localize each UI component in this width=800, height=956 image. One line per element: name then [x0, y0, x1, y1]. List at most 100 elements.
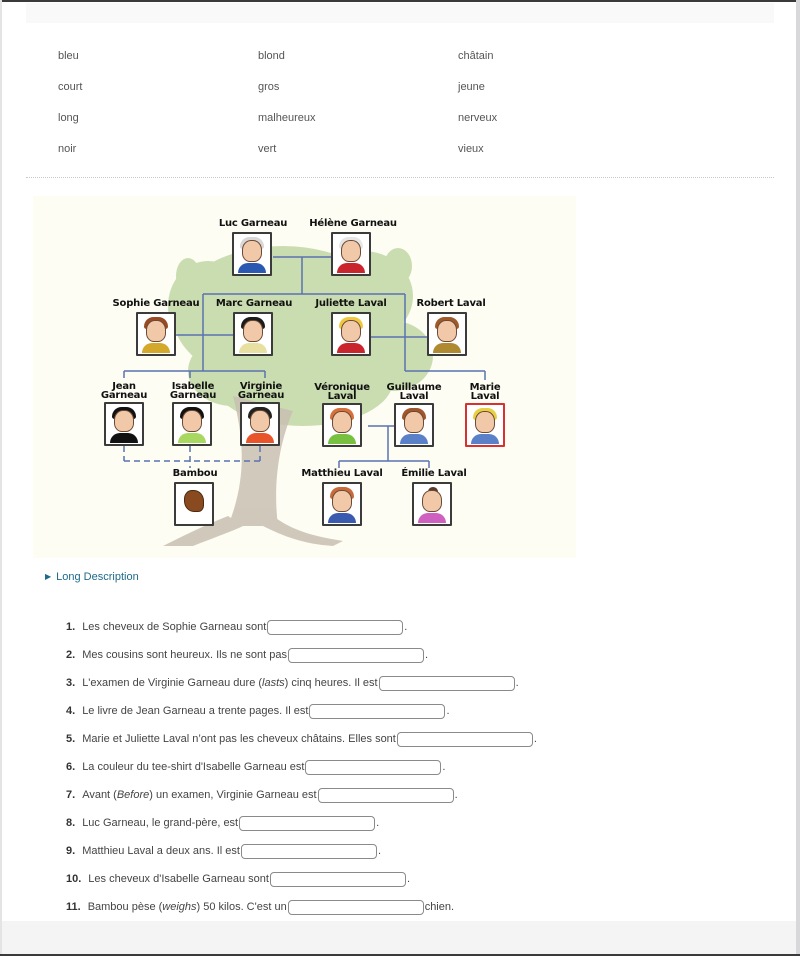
question-gloss: Before: [116, 789, 150, 801]
word-bank-item: noir: [58, 142, 77, 155]
face: [341, 240, 361, 262]
question-number: 1.: [66, 621, 76, 633]
disclosure-triangle-icon: ▶: [45, 572, 52, 581]
question-text: Le livre de Jean Garneau a trente pages.…: [82, 705, 309, 717]
question-text: Matthieu Laval a deux ans. Il est: [82, 845, 240, 857]
answer-input-9[interactable]: [240, 843, 377, 859]
person-name-isabelle: Isabelle Garneau: [170, 382, 216, 401]
name-line: Garneau: [100, 390, 148, 401]
answer-input-6[interactable]: [305, 759, 442, 775]
person-portrait-guillaume: [394, 403, 434, 447]
question-number: 5.: [66, 733, 76, 745]
question-text-after: .: [454, 789, 458, 801]
face: [332, 411, 352, 433]
footer-bar: [2, 921, 796, 954]
scrollbar-track[interactable]: [796, 0, 800, 956]
question-item: 4. Le livre de Jean Garneau a trente pag…: [66, 697, 766, 725]
question-text: Les cheveux d'Isabelle Garneau sont: [88, 873, 269, 885]
question-text: Mes cousins sont heureux. Ils ne sont pa…: [82, 649, 288, 661]
answer-input-5[interactable]: [396, 731, 533, 747]
name-line: Laval: [399, 391, 429, 402]
question-number: 11.: [66, 901, 81, 913]
word-bank-item: blond: [258, 49, 285, 62]
shirt: [471, 434, 499, 444]
pet-portrait-bambou: [174, 482, 214, 526]
shirt: [238, 263, 266, 273]
question-text: Avant (: [82, 789, 117, 801]
person-portrait-helene: [331, 232, 371, 276]
person-name-marc: Marc Garneau: [215, 298, 293, 309]
answer-input-4[interactable]: [309, 703, 446, 719]
shirt: [418, 513, 446, 523]
answer-input-1[interactable]: [267, 619, 404, 635]
shirt: [246, 433, 274, 443]
person-portrait-robert: [427, 312, 467, 356]
person-name-robert: Robert Laval: [416, 298, 486, 309]
word-bank-row: long malheureux nerveux: [58, 102, 658, 133]
word-bank-item: vert: [258, 142, 277, 155]
question-number: 7.: [66, 789, 76, 801]
question-text: Marie et Juliette Laval n’ont pas les ch…: [82, 733, 396, 745]
answer-input-11[interactable]: [287, 899, 424, 915]
person-name-guillaume: Guillaume Laval: [387, 383, 442, 402]
question-number: 8.: [66, 817, 76, 829]
person-name-emilie: Émilie Laval: [401, 468, 467, 479]
answer-input-10[interactable]: [269, 871, 406, 887]
long-description-toggle[interactable]: ▶ Long Description: [45, 571, 139, 583]
face: [404, 411, 424, 433]
person-portrait-marie-highlighted: [465, 403, 505, 447]
question-text-after: .: [442, 761, 446, 773]
question-item: 7. Avant (Before) un examen, Virginie Ga…: [66, 781, 766, 809]
question-number: 9.: [66, 845, 76, 857]
person-name-veronique: Véronique Laval: [314, 383, 370, 402]
question-text-after: .: [406, 873, 411, 885]
question-item: 3. L'examen de Virginie Garneau dure (la…: [66, 669, 766, 697]
word-bank-item: châtain: [458, 49, 494, 62]
question-number: 4.: [66, 705, 76, 717]
question-item: 2. Mes cousins sont heureux. Ils ne sont…: [66, 641, 766, 669]
question-text: ) un examen, Virginie Garneau est: [149, 789, 317, 801]
dog-face: [184, 490, 204, 512]
question-text-after: .: [446, 705, 450, 717]
question-text: ) 50 kilos. C'est un: [196, 901, 287, 913]
question-item: 1. Les cheveux de Sophie Garneau sont .: [66, 613, 766, 641]
face: [437, 320, 457, 342]
face: [332, 490, 352, 512]
answer-input-8[interactable]: [239, 815, 376, 831]
face: [242, 240, 262, 262]
person-portrait-emilie: [412, 482, 452, 526]
person-portrait-isabelle: [172, 402, 212, 446]
person-name-juliette: Juliette Laval: [315, 298, 387, 309]
question-text: Les cheveux de Sophie Garneau sont: [82, 621, 267, 633]
question-text-after: .: [425, 649, 429, 661]
word-bank-row: noir vert vieux: [58, 133, 658, 164]
answer-input-2[interactable]: [288, 647, 425, 663]
question-text-after: .: [533, 733, 537, 745]
shirt: [328, 434, 356, 444]
question-item: 10. Les cheveux d'Isabelle Garneau sont …: [66, 865, 766, 893]
answer-input-3[interactable]: [378, 675, 515, 691]
shirt: [110, 433, 138, 443]
question-item: 9. Matthieu Laval a deux ans. Il est .: [66, 837, 766, 865]
question-text-after: .: [404, 621, 408, 633]
name-line: Laval: [327, 391, 357, 402]
face: [475, 411, 495, 433]
question-item: 5. Marie et Juliette Laval n’ont pas les…: [66, 725, 766, 753]
word-bank-item: bleu: [58, 49, 79, 62]
shirt: [433, 343, 461, 353]
person-portrait-matthieu: [322, 482, 362, 526]
word-bank-row: court gros jeune: [58, 71, 658, 102]
face: [341, 320, 361, 342]
window-top-border: [0, 0, 800, 2]
face: [250, 410, 270, 432]
question-list: 1. Les cheveux de Sophie Garneau sont . …: [66, 613, 766, 921]
word-bank-item: court: [58, 80, 83, 93]
person-name-matthieu: Matthieu Laval: [301, 468, 383, 479]
shirt: [400, 434, 428, 444]
shirt: [239, 343, 267, 353]
question-text-after: .: [376, 817, 380, 829]
person-name-jean: Jean Garneau: [100, 382, 148, 401]
word-bank-item: jeune: [458, 80, 485, 93]
window-left-border: [0, 0, 2, 956]
answer-input-7[interactable]: [317, 787, 454, 803]
